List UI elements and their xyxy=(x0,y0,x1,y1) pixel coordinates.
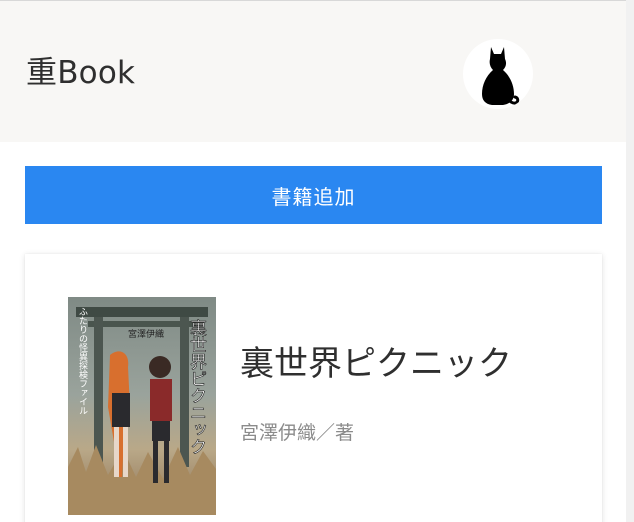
cover-title-text: 裏世界ピクニック xyxy=(186,318,207,455)
edge-strip xyxy=(626,0,634,522)
app-window: 重Book 書籍追加 裏世界ピクニック ふたりの怪異探検ファイル 宮澤伊織 裏世… xyxy=(0,0,634,522)
avatar[interactable] xyxy=(463,39,533,109)
book-card[interactable]: 裏世界ピクニック ふたりの怪異探検ファイル 宮澤伊織 裏世界ピクニック 宮澤伊織… xyxy=(25,254,602,522)
book-author: 宮澤伊織／著 xyxy=(240,422,355,444)
app-title: 重Book xyxy=(26,55,136,91)
cat-silhouette-icon xyxy=(482,47,520,105)
book-cover-image: 裏世界ピクニック ふたりの怪異探検ファイル 宮澤伊織 xyxy=(68,297,216,515)
book-title: 裏世界ピクニック xyxy=(240,344,512,384)
cover-author-text: 宮澤伊織 xyxy=(128,328,164,340)
cover-subtitle-text: ふたりの怪異探検ファイル xyxy=(77,307,88,415)
add-book-button[interactable]: 書籍追加 xyxy=(25,166,602,224)
app-header: 重Book xyxy=(0,0,626,142)
